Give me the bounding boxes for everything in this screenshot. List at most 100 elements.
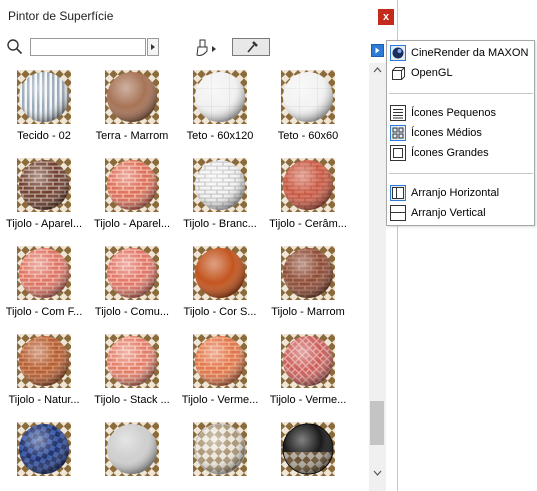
material-item[interactable]: Tecido - 02 <box>0 66 88 154</box>
material-swatch <box>281 422 335 476</box>
material-item[interactable]: Tijolo - Aparel... <box>88 154 176 242</box>
material-swatch <box>105 246 159 300</box>
material-item[interactable] <box>0 418 88 491</box>
material-label: Tijolo - Comu... <box>94 306 170 318</box>
paint-brush-icon <box>196 39 216 56</box>
material-swatch <box>193 70 247 124</box>
vertical-scrollbar[interactable] <box>369 63 386 491</box>
medium-icons-icon <box>390 125 406 141</box>
material-item[interactable]: Teto - 60x60 <box>264 66 352 154</box>
material-swatch <box>193 246 247 300</box>
chevron-right-icon <box>375 47 380 54</box>
material-swatch <box>105 422 159 476</box>
material-item[interactable]: Tijolo - Verme... <box>176 330 264 418</box>
menu-item-label: OpenGL <box>411 67 453 79</box>
material-swatch <box>281 334 335 388</box>
material-grid: Tecido - 02 Terra - Marrom Teto - 60x120 Te… <box>0 63 369 491</box>
material-item[interactable]: Tijolo - Stack ... <box>88 330 176 418</box>
material-item[interactable]: Tijolo - Com F... <box>0 242 88 330</box>
material-swatch <box>193 158 247 212</box>
search-input[interactable] <box>30 38 146 56</box>
scroll-down-icon[interactable] <box>369 464 386 484</box>
menu-item-label: CineRender da MAXON <box>411 47 529 59</box>
material-item[interactable]: Tijolo - Cerâm... <box>264 154 352 242</box>
material-swatch <box>105 158 159 212</box>
material-item[interactable]: Tijolo - Natur... <box>0 330 88 418</box>
search-options-button[interactable] <box>147 38 159 56</box>
menu-item-label: Arranjo Horizontal <box>411 187 500 199</box>
toolbar <box>0 33 397 63</box>
menu-item-cinerender[interactable]: CineRender da MAXON <box>389 43 533 63</box>
material-label: Tijolo - Marrom <box>271 306 345 318</box>
menu-separator <box>389 93 533 94</box>
material-label: Tijolo - Aparel... <box>93 218 170 230</box>
material-swatch <box>105 70 159 124</box>
menu-item-small-icons[interactable]: Ícones Pequenos <box>389 103 533 123</box>
material-item[interactable]: Teto - 60x120 <box>176 66 264 154</box>
material-label: Tijolo - Stack ... <box>94 394 170 406</box>
material-item[interactable]: Tijolo - Marrom <box>264 242 352 330</box>
menu-item-vertical-arrangement[interactable]: Arranjo Vertical <box>389 203 533 223</box>
material-label: Tijolo - Cor S... <box>183 306 257 318</box>
eyedropper-button[interactable] <box>232 38 270 56</box>
material-item[interactable] <box>176 418 264 491</box>
cinerender-icon <box>390 45 406 61</box>
material-label: Teto - 60x60 <box>277 130 339 142</box>
window-title: Pintor de Superfície <box>8 9 114 23</box>
material-label: Tijolo - Aparel... <box>5 218 82 230</box>
menu-item-horizontal-arrangement[interactable]: Arranjo Horizontal <box>389 183 533 203</box>
large-icons-icon <box>390 145 406 161</box>
chevron-right-icon <box>151 44 155 50</box>
vertical-arrangement-icon <box>390 205 406 221</box>
material-item[interactable]: Tijolo - Comu... <box>88 242 176 330</box>
search-icon <box>7 39 23 55</box>
material-swatch <box>281 70 335 124</box>
material-label: Tijolo - Verme... <box>181 394 259 406</box>
eyedropper-icon <box>247 41 258 53</box>
material-swatch <box>193 422 247 476</box>
material-swatch <box>105 334 159 388</box>
material-label: Tijolo - Natur... <box>8 394 80 406</box>
material-item[interactable]: Tijolo - Branc... <box>176 154 264 242</box>
menu-item-opengl[interactable]: OpenGL <box>389 63 533 83</box>
material-label: Teto - 60x120 <box>186 130 254 142</box>
menu-item-label: Arranjo Vertical <box>411 207 486 219</box>
material-item[interactable]: Tijolo - Cor S... <box>176 242 264 330</box>
scroll-up-icon[interactable] <box>369 63 386 77</box>
material-label: Tijolo - Verme... <box>269 394 347 406</box>
material-item[interactable] <box>88 418 176 491</box>
horizontal-arrangement-icon <box>390 185 406 201</box>
material-swatch <box>17 70 71 124</box>
material-swatch <box>281 158 335 212</box>
material-label: Terra - Marrom <box>95 130 169 142</box>
menu-item-large-icons[interactable]: Ícones Grandes <box>389 143 533 163</box>
small-icons-icon <box>390 105 406 121</box>
opengl-icon <box>392 67 405 80</box>
menu-flyout-button[interactable] <box>371 44 384 57</box>
material-swatch <box>17 422 71 476</box>
material-item[interactable]: Terra - Marrom <box>88 66 176 154</box>
close-button[interactable]: x <box>378 9 394 25</box>
menu-item-label: Ícones Pequenos <box>411 107 497 119</box>
scrollbar-thumb[interactable] <box>370 401 384 445</box>
material-item[interactable]: Tijolo - Aparel... <box>0 154 88 242</box>
menu-item-label: Ícones Médios <box>411 127 482 139</box>
material-label: Tijolo - Cerâm... <box>269 218 347 230</box>
material-label: Tijolo - Com F... <box>5 306 83 318</box>
menu-separator <box>389 173 533 174</box>
material-swatch <box>17 334 71 388</box>
material-item[interactable] <box>264 418 352 491</box>
paint-brush-button[interactable] <box>186 37 222 59</box>
material-swatch <box>193 334 247 388</box>
material-swatch <box>281 246 335 300</box>
material-label: Tecido - 02 <box>17 130 71 142</box>
material-item[interactable]: Tijolo - Verme... <box>264 330 352 418</box>
material-swatch <box>17 158 71 212</box>
menu-item-label: Ícones Grandes <box>411 147 489 159</box>
menu-item-medium-icons[interactable]: Ícones Médios <box>389 123 533 143</box>
title-bar: Pintor de Superfície x <box>0 0 397 33</box>
material-label: Tijolo - Branc... <box>183 218 257 230</box>
material-swatch <box>17 246 71 300</box>
view-options-menu: CineRender da MAXON OpenGL Ícones Pequen… <box>386 40 535 226</box>
surface-painter-panel: Pintor de Superfície x Tecido - 02 Terra … <box>0 0 398 491</box>
